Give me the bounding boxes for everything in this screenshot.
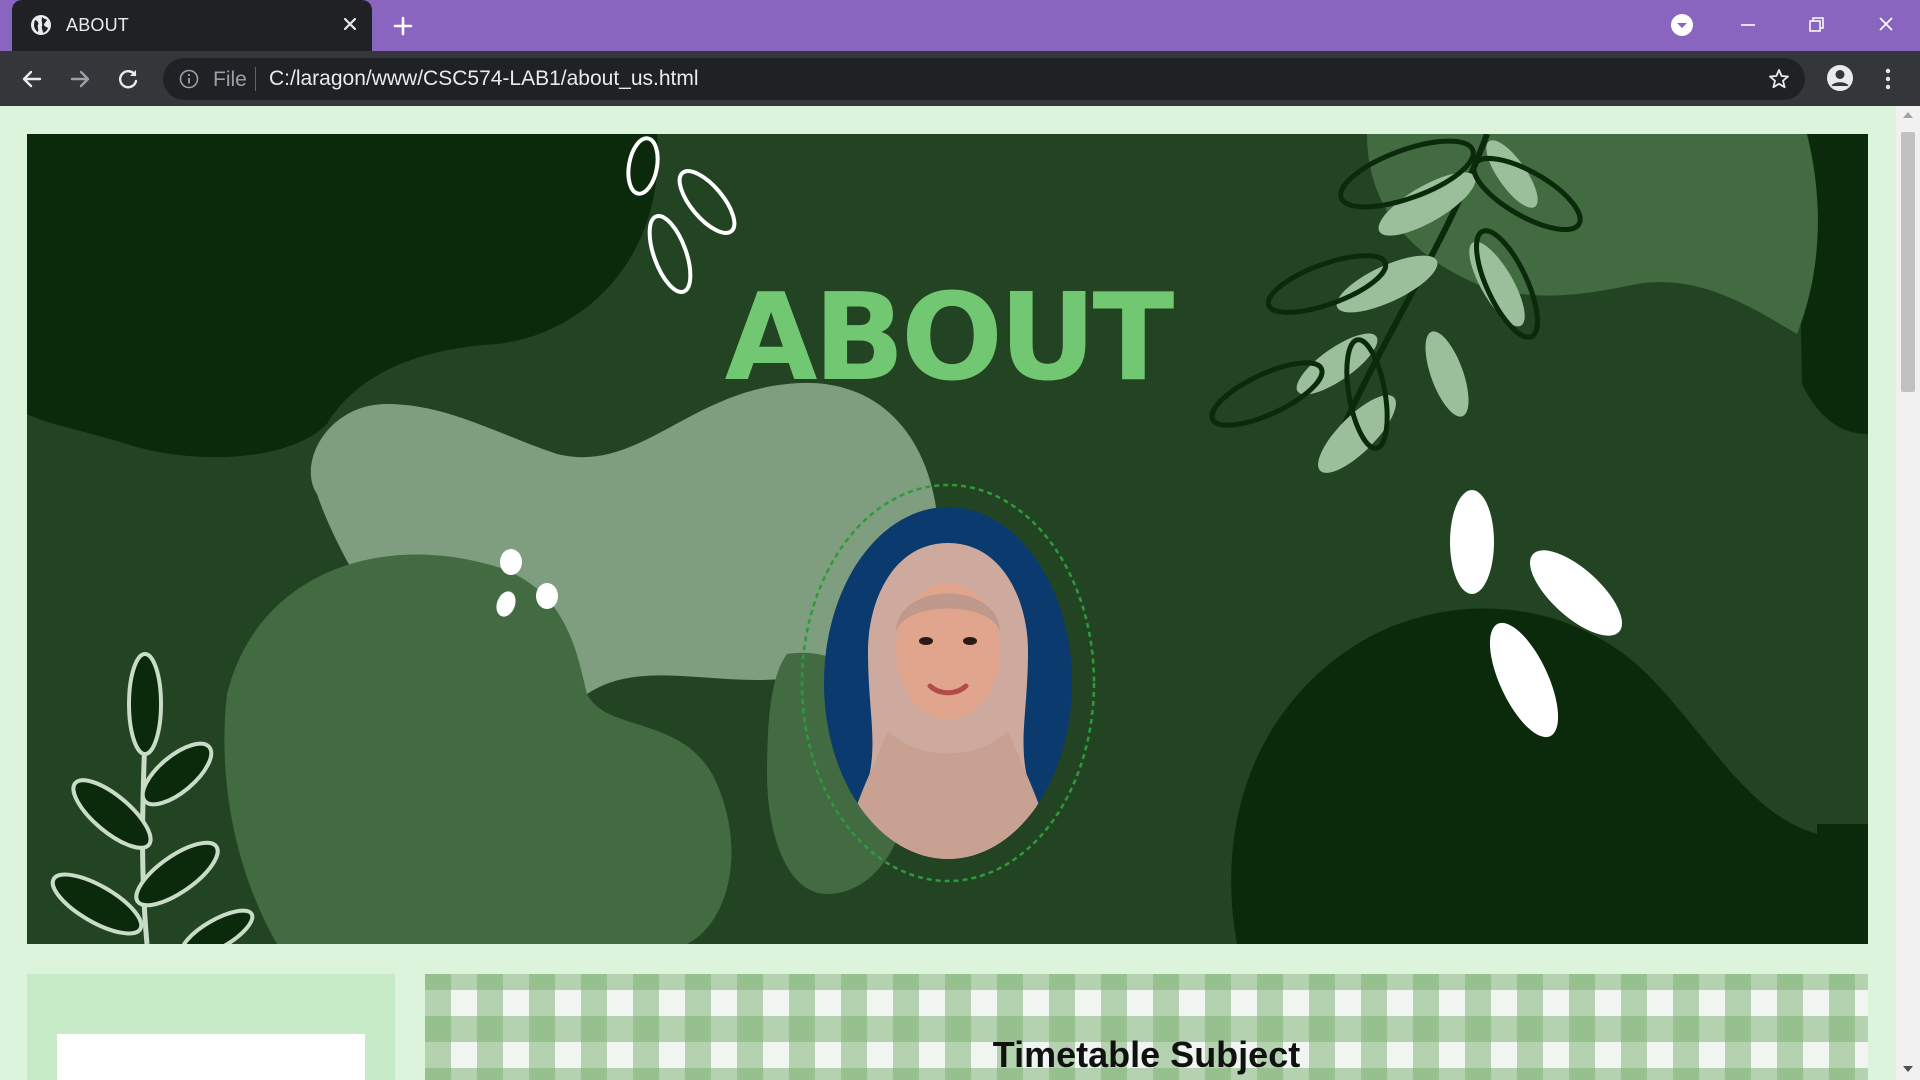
new-tab-icon[interactable] (390, 13, 416, 39)
browser-tab[interactable]: ABOUT (12, 0, 372, 51)
forward-arrow-icon[interactable] (66, 65, 94, 93)
scroll-down-arrow-icon[interactable] (1903, 1066, 1913, 1072)
url-scheme-label: File (213, 68, 247, 91)
minimize-icon[interactable] (1732, 10, 1764, 40)
hero-banner: ABOUT (27, 134, 1868, 944)
scroll-up-arrow-icon[interactable] (1903, 112, 1913, 118)
profile-avatar-icon[interactable] (1825, 63, 1855, 93)
page-viewport: ABOUT Timetable Subject (0, 106, 1896, 1080)
tab-search-icon[interactable] (1666, 10, 1698, 40)
profile-photo (800, 483, 1096, 883)
bookmark-star-icon[interactable] (1767, 67, 1791, 91)
sidebar-panel (27, 974, 395, 1080)
close-tab-icon[interactable] (338, 12, 362, 36)
vertical-scrollbar[interactable] (1896, 106, 1920, 1080)
sidebar-card (57, 1034, 365, 1080)
page-title: ABOUT (724, 269, 1175, 408)
reload-icon[interactable] (114, 65, 142, 93)
timetable-section: Timetable Subject (425, 974, 1868, 1080)
info-icon[interactable] (179, 69, 199, 89)
close-window-icon[interactable] (1870, 10, 1902, 40)
address-bar[interactable]: File C:/laragon/www/CSC574-LAB1/about_us… (163, 58, 1805, 100)
menu-kebab-icon[interactable] (1874, 65, 1902, 93)
back-arrow-icon[interactable] (18, 65, 46, 93)
url-separator (255, 67, 256, 91)
globe-icon (31, 15, 51, 35)
scroll-thumb[interactable] (1901, 132, 1915, 392)
url-text[interactable]: C:/laragon/www/CSC574-LAB1/about_us.html (269, 67, 699, 91)
browser-toolbar: File C:/laragon/www/CSC574-LAB1/about_us… (0, 51, 1920, 106)
tab-title: ABOUT (66, 15, 130, 35)
timetable-title: Timetable Subject (992, 1034, 1301, 1075)
restore-icon[interactable] (1800, 10, 1832, 40)
title-bar: ABOUT (0, 0, 1920, 51)
